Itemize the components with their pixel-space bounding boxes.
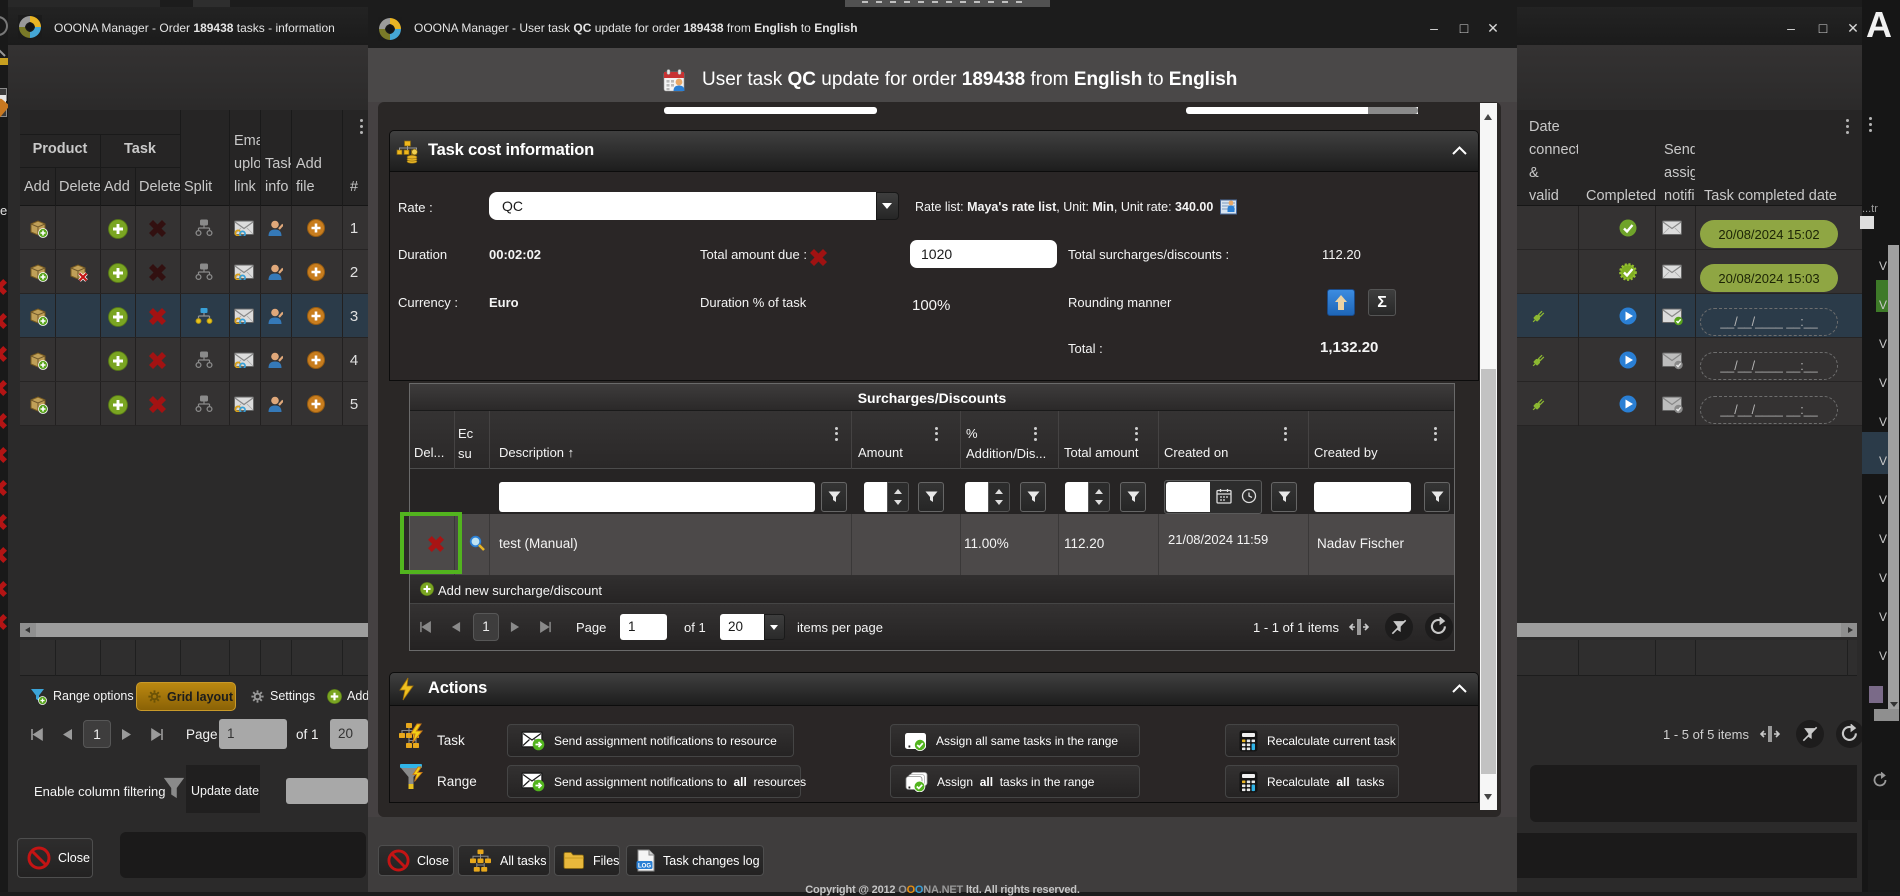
svg-text:LOG: LOG bbox=[638, 863, 651, 869]
